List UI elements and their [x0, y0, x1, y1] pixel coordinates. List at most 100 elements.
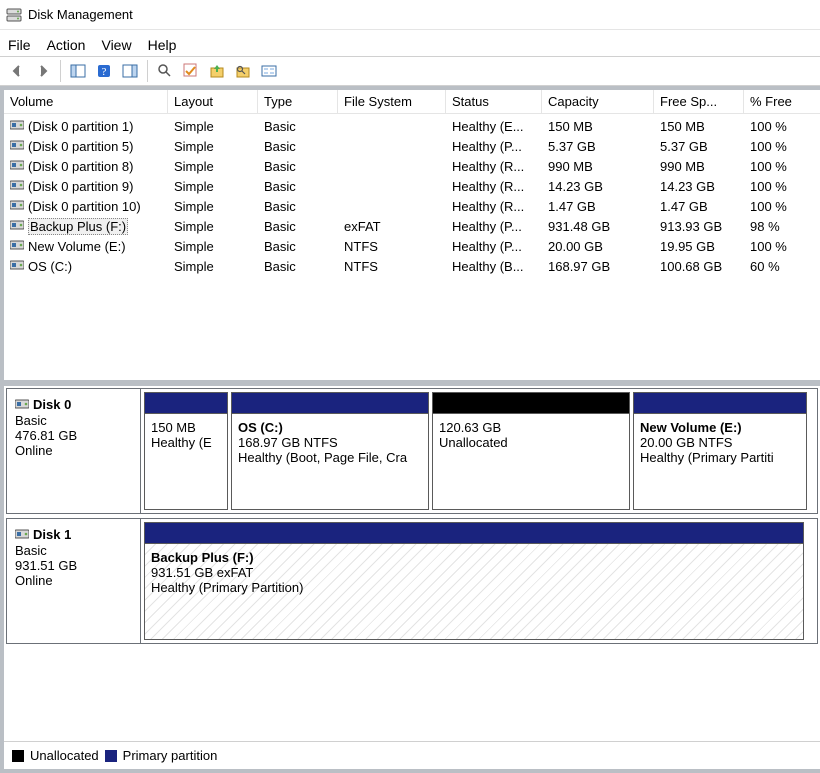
cell: (Disk 0 partition 1): [4, 116, 168, 136]
cell: (Disk 0 partition 9): [4, 176, 168, 196]
col-percent-free[interactable]: % Free: [744, 90, 804, 113]
partition-size: 931.51 GB exFAT: [151, 565, 797, 580]
cell: [338, 116, 446, 136]
cell: 5.37 GB: [654, 136, 744, 156]
menu-action[interactable]: Action: [47, 37, 86, 53]
col-file-system[interactable]: File System: [338, 90, 446, 113]
disk-state: Online: [15, 443, 132, 458]
partition-status: Healthy (Boot, Page File, Cra: [238, 450, 422, 465]
cell: 100 %: [744, 116, 804, 136]
cell: 14.23 GB: [654, 176, 744, 196]
partition-box[interactable]: 120.63 GBUnallocated: [432, 392, 630, 510]
cell: 150 MB: [654, 116, 744, 136]
partition-body: 120.63 GBUnallocated: [433, 413, 629, 509]
disk-state: Online: [15, 573, 132, 588]
partition-top-stripe: [232, 393, 428, 413]
volume-name: OS (C:): [28, 259, 72, 274]
partition-name: OS (C:): [238, 420, 422, 435]
volume-row[interactable]: New Volume (E:)SimpleBasicNTFSHealthy (P…: [4, 236, 820, 256]
menu-help[interactable]: Help: [148, 37, 177, 53]
drive-icon: [10, 239, 24, 254]
cell: Simple: [168, 216, 258, 236]
partition-box[interactable]: Backup Plus (F:)931.51 GB exFATHealthy (…: [144, 522, 804, 640]
partition-box[interactable]: New Volume (E:)20.00 GB NTFSHealthy (Pri…: [633, 392, 807, 510]
volume-row[interactable]: OS (C:)SimpleBasicNTFSHealthy (B...168.9…: [4, 256, 820, 276]
toolbar-separator: [147, 60, 148, 82]
drive-icon: [10, 259, 24, 274]
partition-body: 150 MBHealthy (E: [145, 413, 227, 509]
volume-list-pane: Volume Layout Type File System Status Ca…: [4, 90, 820, 380]
cell: Basic: [258, 236, 338, 256]
volume-row[interactable]: (Disk 0 partition 8)SimpleBasicHealthy (…: [4, 156, 820, 176]
toolbar-separator: [60, 60, 61, 82]
back-button[interactable]: [6, 60, 28, 82]
volume-row[interactable]: (Disk 0 partition 1)SimpleBasicHealthy (…: [4, 116, 820, 136]
cell: Backup Plus (F:): [4, 216, 168, 236]
cell: 5.37 GB: [542, 136, 654, 156]
disk-label[interactable]: Disk 0Basic476.81 GBOnline: [7, 389, 141, 513]
cell: 60 %: [744, 256, 804, 276]
cell: NTFS: [338, 256, 446, 276]
partition-box[interactable]: OS (C:)168.97 GB NTFSHealthy (Boot, Page…: [231, 392, 429, 510]
cell: (Disk 0 partition 8): [4, 156, 168, 176]
volume-name: New Volume (E:): [28, 239, 126, 254]
col-type[interactable]: Type: [258, 90, 338, 113]
col-volume[interactable]: Volume: [4, 90, 168, 113]
cell: Basic: [258, 136, 338, 156]
cell: Basic: [258, 216, 338, 236]
help-button[interactable]: ?: [93, 60, 115, 82]
cell: exFAT: [338, 216, 446, 236]
refresh-button[interactable]: [154, 60, 176, 82]
partition-name: Backup Plus (F:): [151, 550, 797, 565]
cell: Healthy (R...: [446, 196, 542, 216]
cell: (Disk 0 partition 5): [4, 136, 168, 156]
col-status[interactable]: Status: [446, 90, 542, 113]
col-capacity[interactable]: Capacity: [542, 90, 654, 113]
change-drive-letter-button[interactable]: [206, 60, 228, 82]
cell: 931.48 GB: [542, 216, 654, 236]
volume-row[interactable]: (Disk 0 partition 9)SimpleBasicHealthy (…: [4, 176, 820, 196]
cell: 913.93 GB: [654, 216, 744, 236]
cell: 990 MB: [654, 156, 744, 176]
partition-area: 150 MBHealthy (EOS (C:)168.97 GB NTFSHea…: [141, 389, 817, 513]
show-hide-console-tree-button[interactable]: [67, 60, 89, 82]
cell: [338, 196, 446, 216]
col-layout[interactable]: Layout: [168, 90, 258, 113]
disk-card: Disk 1Basic931.51 GBOnlineBackup Plus (F…: [6, 518, 818, 644]
cell: [338, 156, 446, 176]
cell: 100 %: [744, 236, 804, 256]
volume-row[interactable]: (Disk 0 partition 5)SimpleBasicHealthy (…: [4, 136, 820, 156]
mark-partition-active-button[interactable]: [180, 60, 202, 82]
toolbar: ?: [0, 56, 820, 86]
settings-button[interactable]: [258, 60, 280, 82]
menu-bar: File Action View Help: [0, 30, 820, 56]
drive-icon: [10, 159, 24, 174]
disk-type: Basic: [15, 543, 132, 558]
volume-row[interactable]: (Disk 0 partition 10)SimpleBasicHealthy …: [4, 196, 820, 216]
volume-row[interactable]: Backup Plus (F:)SimpleBasicexFATHealthy …: [4, 216, 820, 236]
cell: Simple: [168, 116, 258, 136]
disk-label[interactable]: Disk 1Basic931.51 GBOnline: [7, 519, 141, 643]
menu-file[interactable]: File: [8, 37, 31, 53]
properties-button[interactable]: [232, 60, 254, 82]
cell: Simple: [168, 236, 258, 256]
disk-management-icon: [6, 7, 22, 23]
partition-top-stripe: [145, 393, 227, 413]
cell: 168.97 GB: [542, 256, 654, 276]
partition-status: Healthy (Primary Partiti: [640, 450, 800, 465]
cell: 20.00 GB: [542, 236, 654, 256]
col-free-space[interactable]: Free Sp...: [654, 90, 744, 113]
partition-body: New Volume (E:)20.00 GB NTFSHealthy (Pri…: [634, 413, 806, 509]
partition-status: Healthy (Primary Partition): [151, 580, 797, 595]
partition-box[interactable]: 150 MBHealthy (E: [144, 392, 228, 510]
cell: 14.23 GB: [542, 176, 654, 196]
show-hide-action-pane-button[interactable]: [119, 60, 141, 82]
volume-name: (Disk 0 partition 5): [28, 139, 133, 154]
menu-view[interactable]: View: [101, 37, 131, 53]
partition-area: Backup Plus (F:)931.51 GB exFATHealthy (…: [141, 519, 817, 643]
volume-name: (Disk 0 partition 8): [28, 159, 133, 174]
drive-icon: [10, 199, 24, 214]
cell: Healthy (B...: [446, 256, 542, 276]
legend-primary-label: Primary partition: [123, 748, 218, 763]
forward-button[interactable]: [32, 60, 54, 82]
